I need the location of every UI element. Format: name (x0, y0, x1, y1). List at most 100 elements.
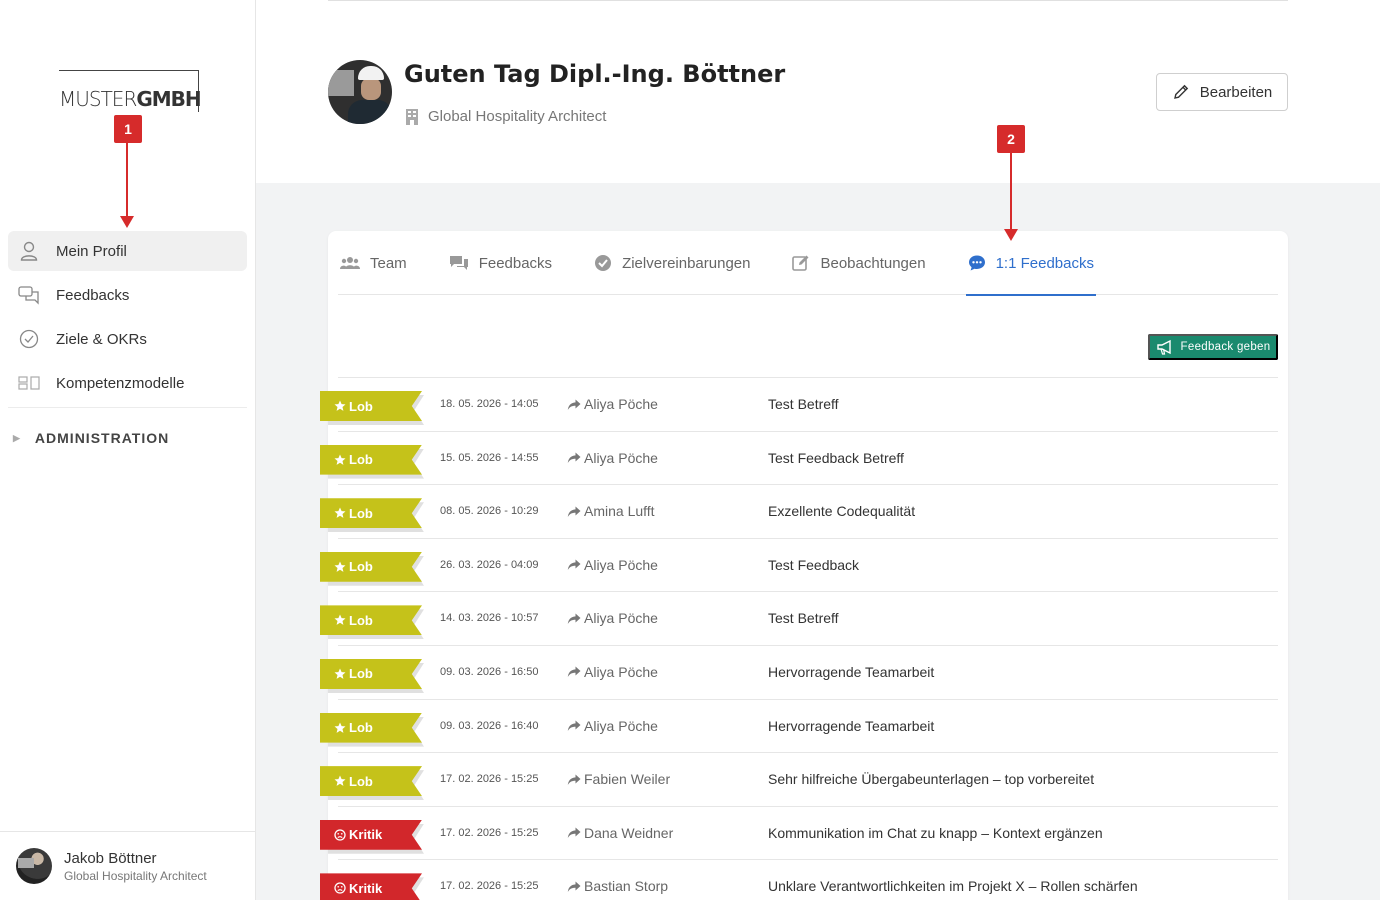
feedback-type-label: Lob (349, 612, 373, 628)
tab-beobachtungen[interactable]: Beobachtungen (790, 231, 927, 295)
table-row[interactable]: Lob 26. 03. 2026 - 04:09 Aliya Pöche Test F… (320, 539, 1278, 593)
nav-item-feedbacks[interactable]: Feedbacks (8, 275, 247, 315)
table-row[interactable]: Lob 09. 03. 2026 - 16:40 Aliya Pöche Hervor… (320, 700, 1278, 754)
feedback-subject: Hervorragende Teamarbeit (768, 717, 935, 734)
feedback-type-label: Lob (349, 773, 373, 789)
user-profile-footer[interactable]: Jakob Böttner Global Hospitality Archite… (0, 831, 255, 900)
share-icon (567, 613, 584, 625)
tab-label: Team (370, 254, 407, 272)
sender-name: Aliya Pöche (584, 449, 658, 466)
nav-item-mein-profil[interactable]: Mein Profil (8, 231, 247, 271)
feedback-type-label: Lob (349, 666, 373, 682)
feedback-type-badge: Lob (320, 766, 422, 797)
star-icon (334, 400, 346, 412)
nav-item-kompetenzmodelle[interactable]: Kompetenzmodelle (8, 363, 247, 403)
company-logo[interactable]: MUSTERGMBH (59, 70, 202, 112)
check-circle-icon (594, 254, 612, 272)
feedback-type-badge: Lob (320, 391, 422, 421)
tab-label: Feedbacks (478, 254, 553, 272)
sender-name: Dana Weidner (584, 824, 674, 841)
feedback-type-badge: Kritik (320, 873, 422, 900)
feedback-type-badge: Lob (320, 551, 422, 582)
feedback-subject: Test Betreff (768, 396, 839, 412)
table-row[interactable]: Lob 15. 05. 2026 - 14:55 Aliya Pöche Test F… (320, 432, 1278, 486)
user-role: Global Hospitality Architect (64, 868, 207, 883)
sender-name: Aliya Pöche (584, 610, 658, 627)
table-row[interactable]: Lob 08. 05. 2026 - 10:29 Amina Lufft Exzell… (320, 485, 1278, 539)
annotation-marker-1: 1 (114, 115, 142, 143)
feedback-type-label: Kritik (349, 827, 383, 843)
share-icon (567, 399, 584, 411)
table-row[interactable]: Kritik 17. 02. 2026 - 15:25 Bastian Storp U… (320, 860, 1278, 900)
logo-text-gmbh: GMBH (136, 87, 201, 111)
check-circle-icon (18, 328, 40, 350)
feedback-date: 17. 02. 2026 - 15:25 (440, 773, 539, 786)
feedback-date: 15. 05. 2026 - 14:55 (440, 451, 539, 464)
avatar (16, 848, 52, 884)
feedback-type-badge: Lob (320, 658, 422, 689)
feedback-sender: Fabien Weiler (567, 753, 670, 806)
edit-icon (792, 254, 810, 272)
sender-name: Aliya Pöche (584, 663, 658, 680)
tab-label: Beobachtungen (820, 254, 926, 272)
give-feedback-button[interactable]: Feedback geben (1148, 334, 1278, 360)
users-icon (340, 255, 360, 271)
feedback-date: 17. 02. 2026 - 15:25 (440, 826, 539, 839)
profile-card: Team Feedbacks Zielvereinbarungen Beobac… (320, 231, 1288, 900)
edit-button-label: Bearbeiten (1199, 83, 1273, 101)
table-row[interactable]: Lob 17. 02. 2026 - 15:25 Fabien Weiler Sehr… (320, 753, 1278, 807)
feedback-date: 18. 05. 2026 - 14:05 (440, 398, 539, 410)
edit-profile-button[interactable]: Bearbeiten (1156, 73, 1288, 111)
tab-zielvereinbarungen[interactable]: Zielvereinbarungen (592, 231, 752, 295)
table-row[interactable]: Lob 18. 05. 2026 - 14:05 Aliya Pöche Test B… (320, 378, 1278, 432)
tab-team[interactable]: Team (338, 231, 409, 295)
feedback-type-badge: Lob (320, 712, 422, 743)
nav-item-label: Mein Profil (56, 242, 127, 260)
feedback-subject: Exzellente Codequalität (768, 503, 916, 520)
feedback-list: Lob 18. 05. 2026 - 14:05 Aliya Pöche Test B… (320, 378, 1288, 900)
feedback-date: 09. 03. 2026 - 16:50 (440, 665, 539, 678)
share-icon (567, 881, 584, 893)
comment-dots-icon (968, 254, 986, 272)
annotation-arrow-1 (120, 143, 134, 228)
table-row[interactable]: Kritik 17. 02. 2026 - 15:25 Dana Weidner Ko… (320, 807, 1278, 861)
star-icon (334, 507, 346, 519)
table-row[interactable]: Lob 14. 03. 2026 - 10:57 Aliya Pöche Test B… (320, 592, 1278, 646)
feedback-type-label: Lob (349, 559, 373, 575)
share-icon (567, 506, 584, 518)
feedback-subject: Hervorragende Teamarbeit (768, 663, 935, 680)
tab-feedbacks[interactable]: Feedbacks (447, 231, 554, 295)
star-icon (334, 454, 346, 466)
page-title: Guten Tag Dipl.-Ing. Böttner (404, 60, 786, 88)
feedback-type-label: Lob (349, 398, 373, 414)
megaphone-icon (1156, 339, 1171, 355)
tab-1-1-feedbacks[interactable]: 1:1 Feedbacks (965, 231, 1097, 296)
sender-name: Aliya Pöche (584, 717, 658, 734)
feedback-sender: Aliya Pöche (567, 592, 658, 645)
share-icon (567, 774, 584, 786)
feedback-date: 09. 03. 2026 - 16:40 (440, 719, 539, 732)
feedback-subject: Unklare Verantwortlichkeiten im Projekt … (768, 878, 1138, 895)
user-icon (18, 240, 40, 262)
table-row[interactable]: Lob 09. 03. 2026 - 16:50 Aliya Pöche Hervor… (320, 646, 1278, 700)
annotation-marker-2: 2 (997, 125, 1025, 153)
frown-icon (334, 882, 346, 894)
share-icon (567, 452, 584, 464)
star-icon (334, 668, 346, 680)
feedback-sender: Amina Lufft (567, 485, 655, 538)
feedback-sender: Dana Weidner (567, 807, 673, 860)
star-icon (334, 614, 346, 626)
feedback-subject: Sehr hilfreiche Übergabeunterlagen – top… (768, 771, 1095, 788)
feedback-type-badge: Lob (320, 498, 422, 529)
share-icon (567, 559, 584, 571)
feedback-date: 14. 03. 2026 - 10:57 (440, 612, 539, 625)
user-name: Jakob Böttner (64, 849, 157, 867)
pencil-icon (1173, 84, 1188, 99)
sender-name: Amina Lufft (584, 503, 655, 520)
star-icon (334, 775, 346, 787)
nav-item-ziele-okrs[interactable]: Ziele & OKRs (8, 319, 247, 359)
nav-divider (8, 407, 247, 408)
caret-right-icon: ▶ (13, 432, 21, 443)
nav-section-administration[interactable]: ▶ ADMINISTRATION (8, 418, 247, 458)
sender-name: Bastian Storp (584, 878, 669, 895)
